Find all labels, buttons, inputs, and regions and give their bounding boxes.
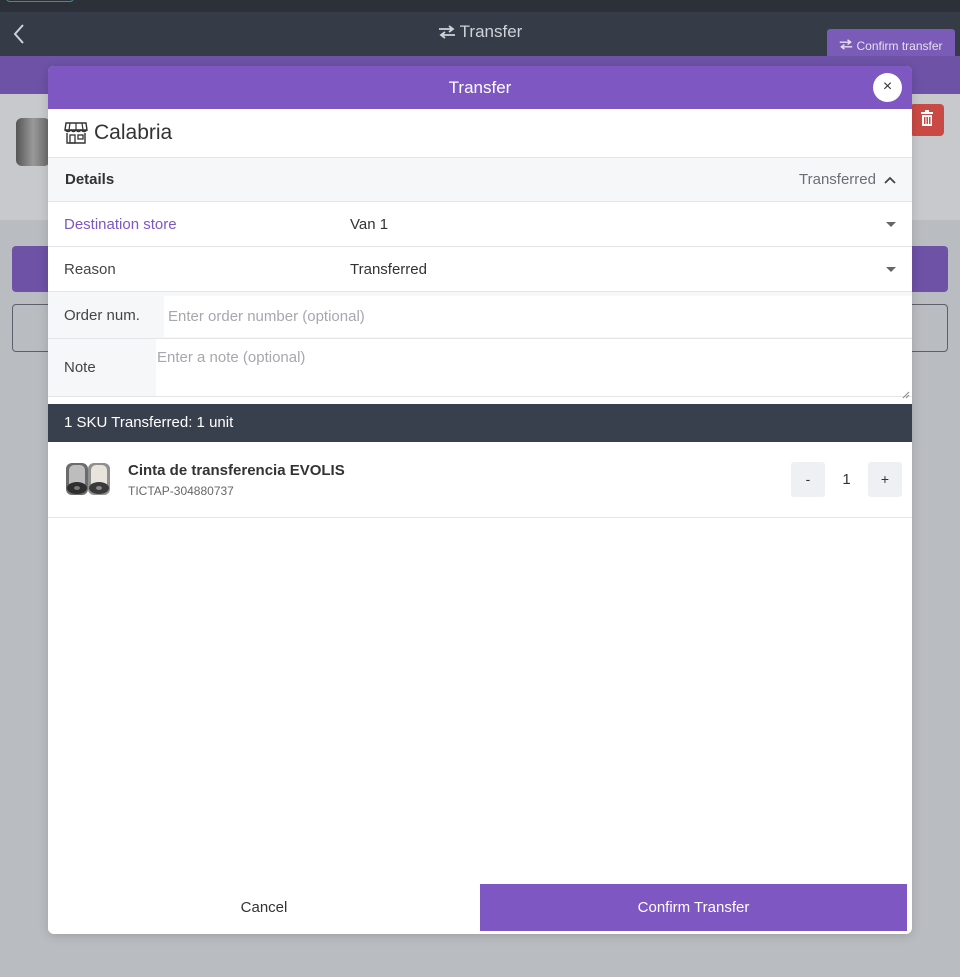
resize-grip-icon[interactable] (902, 386, 910, 399)
note-placeholder: Enter a note (optional) (157, 349, 306, 366)
destination-store-label: Destination store (64, 215, 177, 233)
destination-store-select[interactable]: Destination store Van 1 (48, 202, 912, 247)
quantity-stepper: - 1 + (791, 462, 902, 497)
modal-title: Transfer (448, 78, 512, 97)
store-icon (64, 122, 88, 144)
transfer-summary: 1 SKU Transferred: 1 unit (48, 404, 912, 442)
reason-value: Transferred (350, 260, 427, 278)
decrement-button[interactable]: - (791, 462, 825, 497)
reason-label: Reason (64, 260, 116, 278)
transfer-modal: Transfer × Calabria Details Transferred … (48, 66, 912, 934)
store-row: Calabria (48, 109, 912, 158)
app-title-text: Transfer (459, 22, 523, 41)
top-strip (0, 0, 960, 12)
product-sku: TICTAP-304880737 (128, 483, 234, 498)
caret-down-icon (886, 267, 896, 272)
note-row: Note Enter a note (optional) (48, 339, 912, 399)
transfer-arrows-icon (438, 24, 456, 44)
chevron-up-icon (884, 171, 896, 188)
app-title: Transfer (0, 22, 960, 44)
product-name: Cinta de transferencia EVOLIS (128, 461, 345, 479)
reason-select[interactable]: Reason Transferred (48, 247, 912, 292)
trash-icon (920, 110, 934, 130)
background-product-thumbnail (16, 118, 50, 166)
quantity-value[interactable]: 1 (825, 471, 868, 488)
destination-store-value: Van 1 (350, 215, 389, 233)
caret-down-icon (886, 222, 896, 227)
confirm-transfer-header-label: Confirm transfer (856, 38, 943, 53)
product-thumbnail (64, 461, 114, 499)
close-button[interactable]: × (873, 73, 902, 102)
delete-button[interactable] (910, 104, 944, 136)
note-textarea[interactable]: Enter a note (optional) (156, 339, 912, 399)
order-num-label: Order num. (64, 306, 140, 324)
details-toggle[interactable]: Details Transferred (48, 158, 912, 202)
note-label: Note (64, 359, 96, 376)
app-header: Transfer Confirm transfer (0, 12, 960, 62)
modal-header: Transfer × (48, 66, 912, 109)
modal-footer: Cancel Confirm Transfer (48, 884, 912, 934)
increment-button[interactable]: + (868, 462, 902, 497)
transfer-arrows-icon (839, 38, 853, 53)
list-item: Cinta de transferencia EVOLIS TICTAP-304… (48, 442, 912, 518)
confirm-transfer-button[interactable]: Confirm Transfer (480, 884, 907, 931)
cancel-button[interactable]: Cancel (48, 884, 480, 931)
order-num-row: Order num. Enter order number (optional) (48, 292, 912, 339)
details-label: Details (65, 171, 115, 188)
details-status: Transferred (799, 171, 876, 188)
order-num-input[interactable]: Enter order number (optional) (164, 295, 912, 337)
store-name: Calabria (94, 121, 173, 144)
status-pill (6, 0, 74, 2)
